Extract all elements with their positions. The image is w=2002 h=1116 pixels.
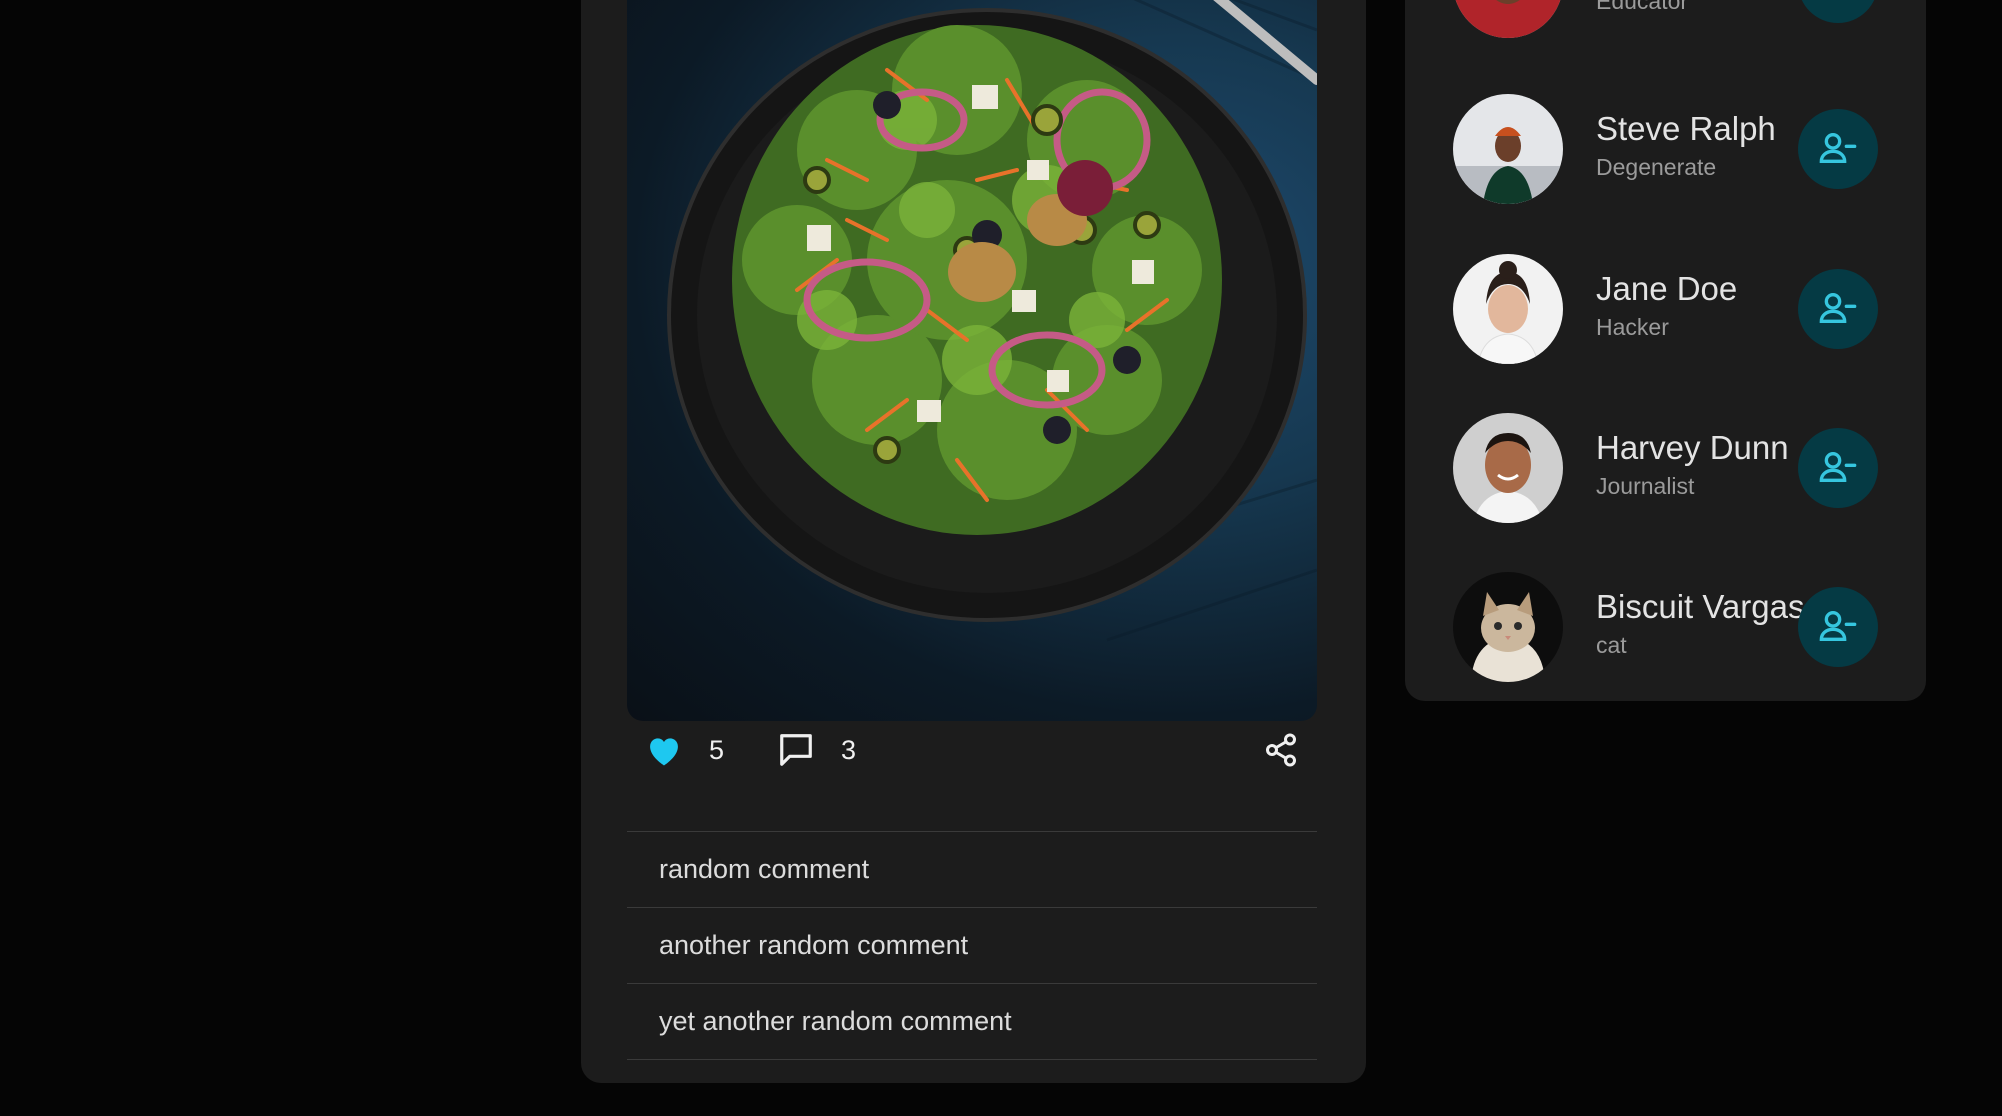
share-icon[interactable] — [1263, 732, 1299, 768]
like-count: 5 — [709, 734, 725, 765]
heart-icon[interactable] — [645, 733, 683, 767]
avatar[interactable] — [1453, 94, 1563, 204]
person-row: Steve Ralph Degenerate — [1405, 94, 1926, 204]
person-name: Harvey Dunn — [1596, 429, 1789, 466]
avatar[interactable] — [1453, 0, 1563, 38]
user-minus-icon — [1818, 288, 1858, 331]
person-role: cat — [1596, 632, 1627, 658]
unfollow-button[interactable] — [1798, 587, 1878, 667]
user-minus-icon — [1818, 447, 1858, 490]
comment-action[interactable]: 3 — [777, 710, 856, 790]
comment-item: another random comment — [627, 908, 1317, 984]
avatar[interactable] — [1453, 413, 1563, 523]
comment-count: 3 — [841, 734, 857, 765]
like-action[interactable]: 5 — [645, 710, 724, 790]
user-minus-icon — [1818, 128, 1858, 171]
comment-list: random comment another random comment ye… — [627, 831, 1317, 1060]
comment-item: random comment — [627, 832, 1317, 908]
people-list-card: Educator Steve Ralph Degenerate Jane Doe… — [1405, 0, 1926, 701]
share-button[interactable] — [1263, 710, 1299, 790]
person-name: Steve Ralph — [1596, 110, 1776, 147]
person-role: Educator — [1596, 0, 1689, 14]
unfollow-button[interactable] — [1798, 109, 1878, 189]
unfollow-button[interactable] — [1798, 269, 1878, 349]
comment-icon[interactable] — [777, 731, 815, 769]
person-role: Journalist — [1596, 473, 1695, 499]
post-actions: 5 3 — [627, 710, 1317, 790]
unfollow-button[interactable] — [1798, 0, 1878, 23]
person-row: Biscuit Vargas cat — [1405, 572, 1926, 682]
salad-photo — [667, 0, 1317, 642]
comment-item: yet another random comment — [627, 984, 1317, 1060]
person-row: Harvey Dunn Journalist — [1405, 413, 1926, 523]
person-role: Degenerate — [1596, 154, 1717, 180]
unfollow-button[interactable] — [1798, 428, 1878, 508]
avatar[interactable] — [1453, 254, 1563, 364]
person-row: Jane Doe Hacker — [1405, 254, 1926, 364]
person-name: Biscuit Vargas — [1596, 588, 1805, 625]
post-card: 5 3 random comment another random commen… — [581, 0, 1366, 1083]
person-row: Educator — [1405, 0, 1926, 38]
person-role: Hacker — [1596, 314, 1669, 340]
avatar[interactable] — [1453, 572, 1563, 682]
post-image[interactable] — [627, 0, 1317, 721]
person-name: Jane Doe — [1596, 270, 1738, 307]
user-minus-icon — [1818, 606, 1858, 649]
